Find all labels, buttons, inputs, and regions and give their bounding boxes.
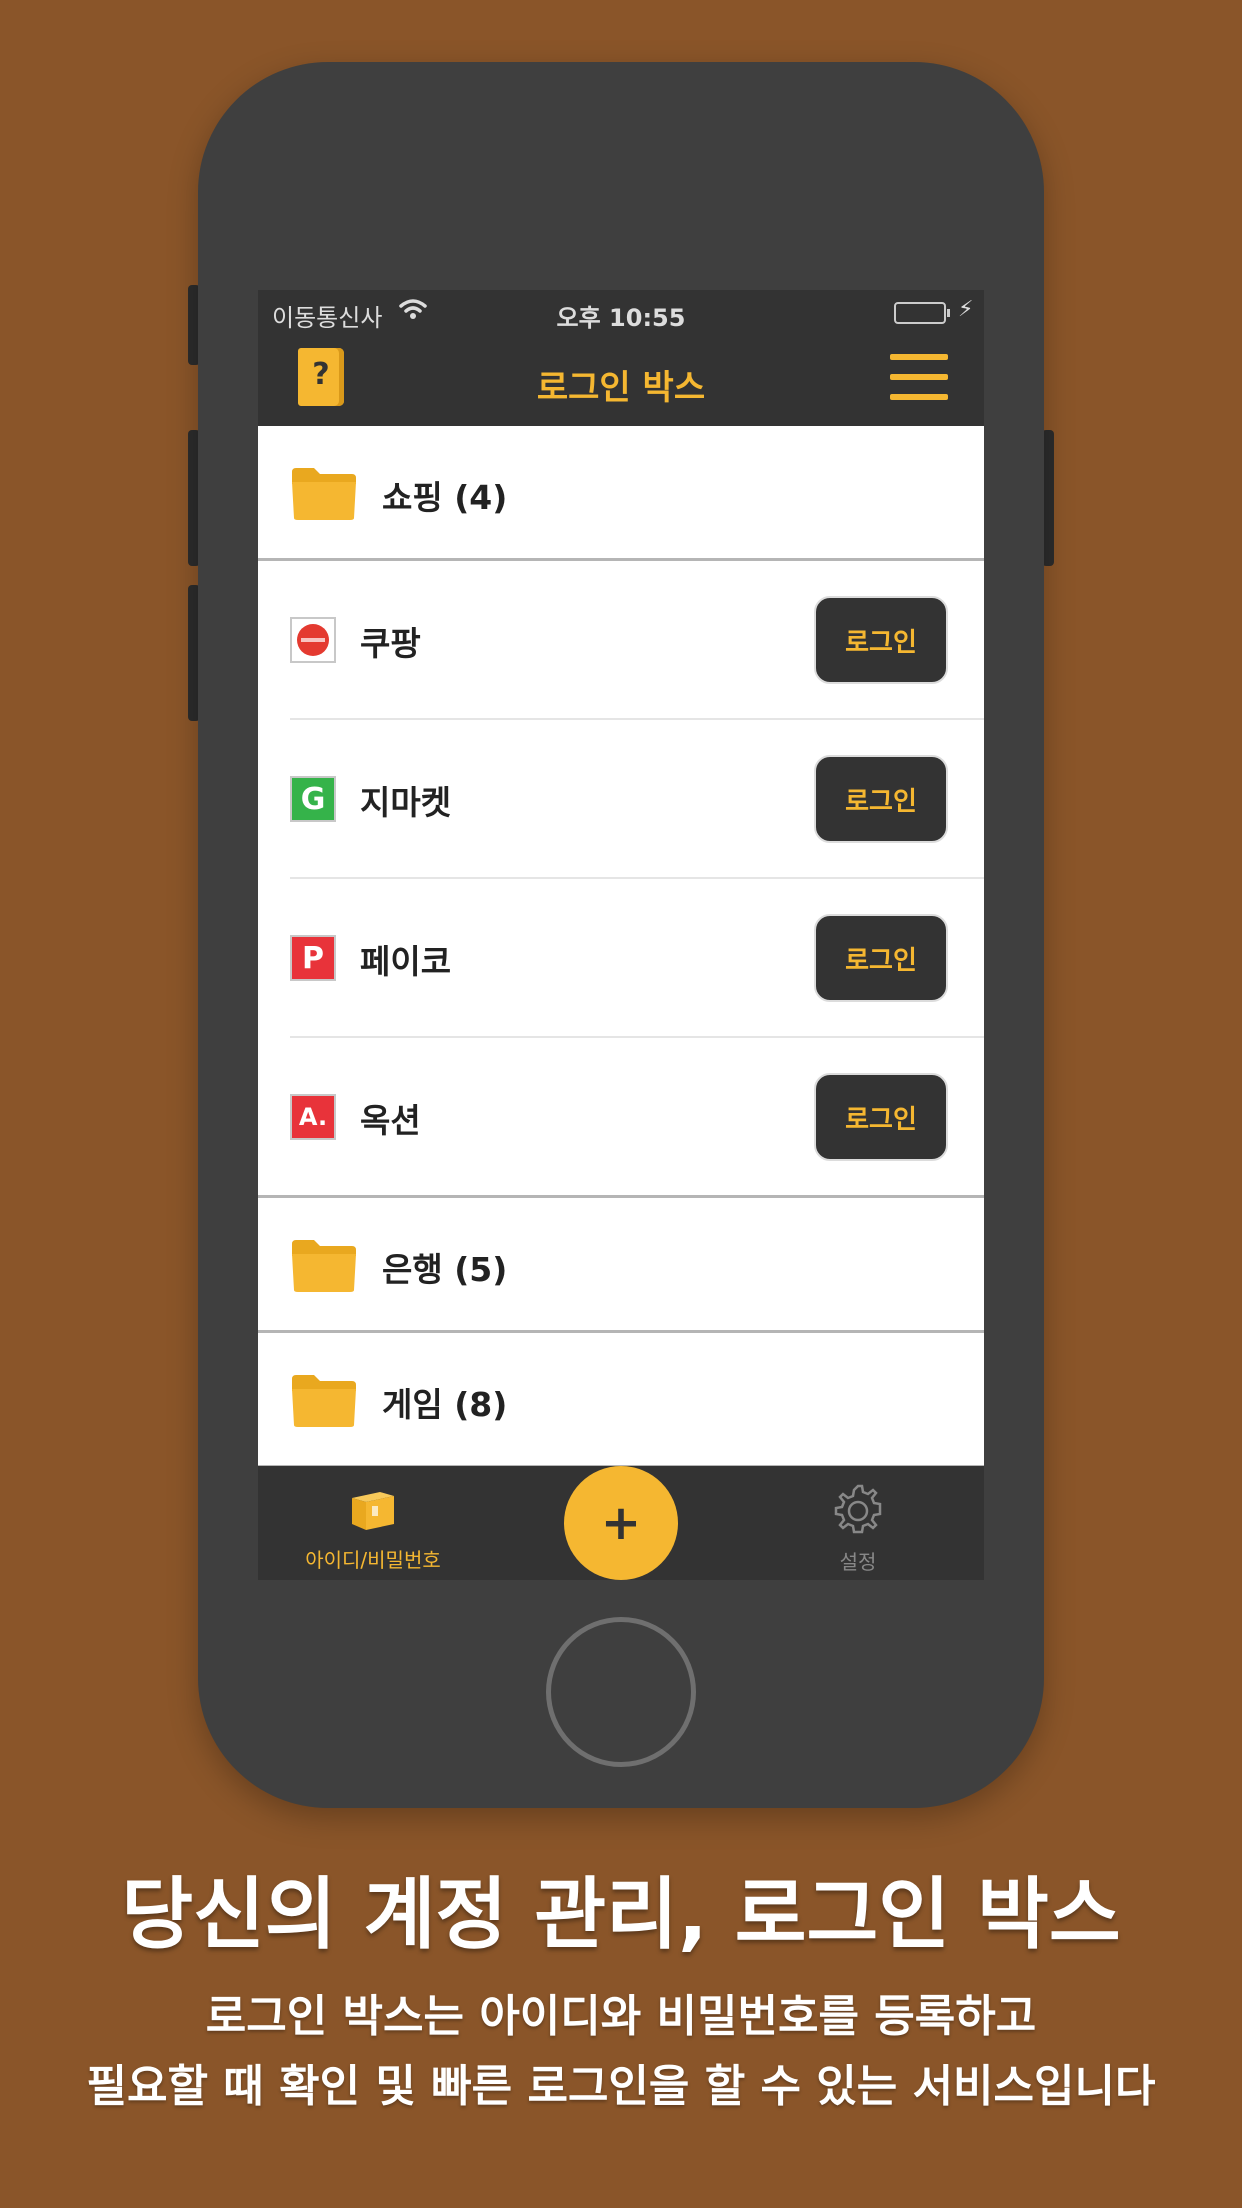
list-item-payco: P 페이코 로그인 — [258, 879, 984, 1038]
promo-subline-2: 필요할 때 확인 및 빠른 로그인을 할 수 있는 서비스입니다 — [86, 2061, 1156, 2112]
site-name: 페이코 — [360, 942, 452, 981]
tab-ids-passwords[interactable]: 아이디/비밀번호 — [298, 1486, 448, 1573]
tab-label: 설정 — [839, 1550, 877, 1574]
status-bar: 이동통신사 오후 10:55 ⚡ — [258, 290, 984, 334]
app-screen: 이동통신사 오후 10:55 ⚡ ? 로그인 박스 쇼핑 (4) 쿠팡 로그인 … — [258, 290, 984, 1580]
login-button[interactable]: 로그인 — [814, 755, 948, 843]
promo-subline-1: 로그인 박스는 아이디와 비밀번호를 등록하고 — [205, 1991, 1037, 2042]
promo-headline: 당신의 계정 관리, 로그인 박스 — [121, 1870, 1121, 1960]
login-button[interactable]: 로그인 — [814, 914, 948, 1002]
gear-icon — [834, 1484, 882, 1534]
page-title: 로그인 박스 — [536, 368, 706, 408]
folder-game[interactable]: 게임 (8) — [258, 1333, 984, 1468]
nav-bar: ? 로그인 박스 — [258, 334, 984, 426]
home-button[interactable] — [546, 1617, 696, 1767]
folder-icon — [292, 1375, 356, 1427]
site-name: 지마켓 — [360, 783, 452, 822]
hamburger-menu-icon[interactable] — [890, 354, 948, 400]
battery-icon — [894, 302, 950, 324]
login-button[interactable]: 로그인 — [814, 596, 948, 684]
account-list: 쇼핑 (4) 쿠팡 로그인 G 지마켓 로그인 P 페이코 로그인 A. 옥션 … — [258, 426, 984, 1468]
folder-icon — [292, 1240, 356, 1292]
box-icon — [352, 1492, 394, 1530]
coupang-logo-icon — [290, 617, 336, 663]
tab-settings[interactable]: 설정 — [798, 1480, 918, 1575]
auction-logo-icon: A. — [290, 1094, 336, 1140]
folder-label: 게임 (8) — [382, 1385, 508, 1424]
folder-shopping[interactable]: 쇼핑 (4) — [258, 426, 984, 561]
site-name: 옥션 — [360, 1101, 421, 1140]
login-button[interactable]: 로그인 — [814, 1073, 948, 1161]
tab-label: 아이디/비밀번호 — [305, 1548, 441, 1572]
folder-bank[interactable]: 은행 (5) — [258, 1198, 984, 1333]
charging-icon: ⚡ — [958, 297, 974, 322]
add-account-button[interactable]: + — [564, 1466, 678, 1580]
site-name: 쿠팡 — [360, 624, 421, 663]
list-item-gmarket: G 지마켓 로그인 — [258, 720, 984, 879]
list-item-auction: A. 옥션 로그인 — [258, 1038, 984, 1198]
list-item-coupang: 쿠팡 로그인 — [258, 561, 984, 720]
folder-label: 은행 (5) — [382, 1250, 508, 1289]
payco-logo-icon: P — [290, 935, 336, 981]
folder-icon — [292, 468, 356, 520]
gmarket-logo-icon: G — [290, 776, 336, 822]
clock: 오후 10:55 — [556, 304, 686, 332]
folder-label: 쇼핑 (4) — [382, 478, 508, 517]
